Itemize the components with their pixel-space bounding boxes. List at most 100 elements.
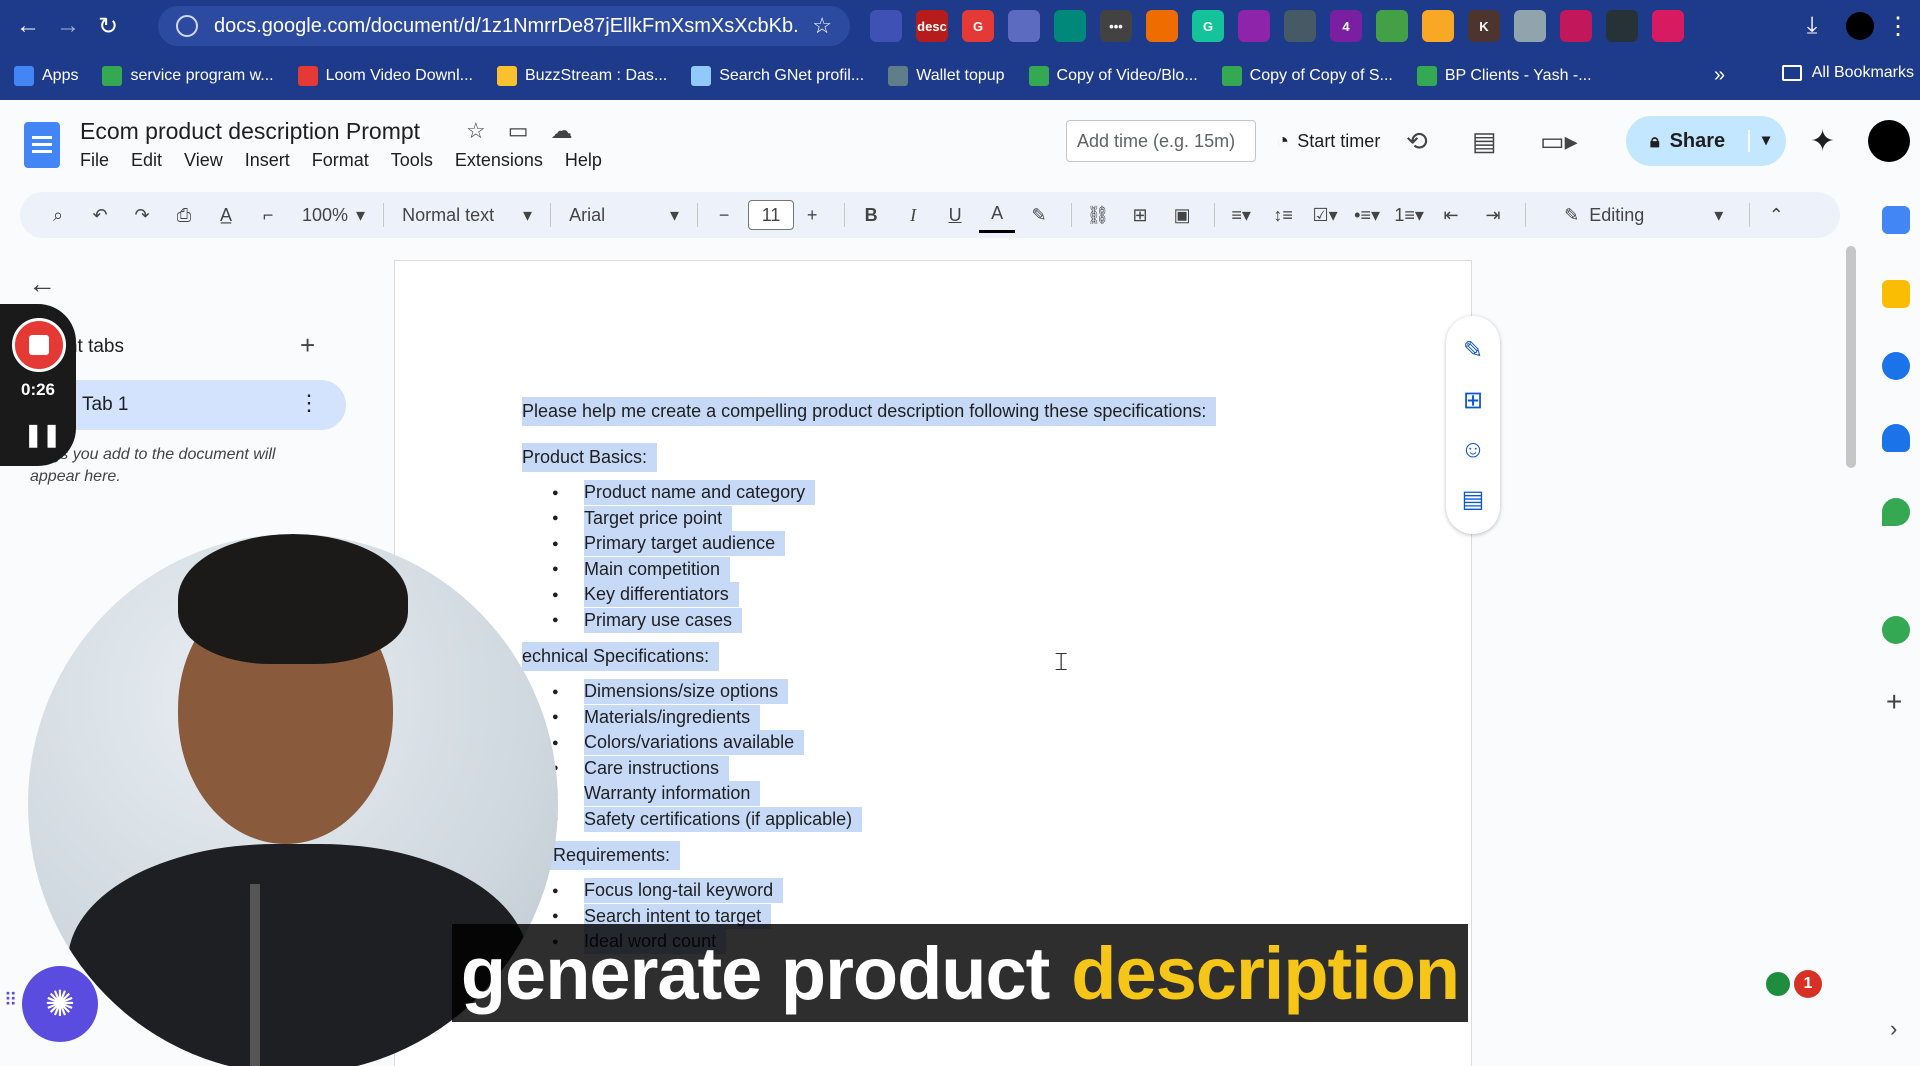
font-size-input[interactable]: 11 [748,200,795,230]
version-history-icon[interactable]: ⟲ [1406,126,1428,157]
leaf-ext-icon[interactable] [1376,10,1408,42]
grammarly-ext-icon[interactable]: G [1192,10,1224,42]
emoji-reaction-icon[interactable]: ☺ [1461,436,1486,464]
assistant-sparkle-icon[interactable]: ✺ [22,966,98,1042]
addon-icon[interactable] [1882,616,1910,644]
scrollbar[interactable] [1846,246,1856,468]
insert-image-icon[interactable]: ▣ [1164,197,1200,233]
ring-ext-icon[interactable] [1238,10,1270,42]
zoom-select[interactable]: 100% ▾ [292,205,375,226]
redo-icon[interactable]: ↷ [124,197,160,233]
increase-indent-icon[interactable]: ⇥ [1475,197,1511,233]
bookmark-item[interactable]: service program w... [102,66,274,86]
desc-ext-icon[interactable]: desc [916,10,948,42]
menu-view[interactable]: View [184,150,223,171]
numbered-list-icon[interactable]: 1≡▾ [1391,197,1427,233]
editing-mode-select[interactable]: ✎ Editing ▾ [1546,205,1741,226]
increase-font-size-icon[interactable]: + [794,197,830,233]
diamond-ext-icon[interactable] [1606,10,1638,42]
close-outline-icon[interactable]: ← [28,268,56,300]
bookmarks-overflow-icon[interactable]: » [1714,64,1725,87]
menu-tools[interactable]: Tools [391,150,433,171]
dots-ext-icon[interactable]: ••• [1100,10,1132,42]
print-icon[interactable]: ⎙ [166,197,202,233]
image-ext-icon[interactable] [1008,10,1040,42]
address-bar[interactable]: docs.google.com/document/d/1z1NmrrDe87jE… [158,6,850,46]
search-menus-icon[interactable]: ⌕ [40,197,76,233]
profile-avatar[interactable] [1846,12,1874,40]
share-dropdown-icon[interactable]: ▾ [1747,130,1770,152]
decrease-font-size-icon[interactable]: − [706,197,742,233]
shield-ext-icon[interactable] [1514,10,1546,42]
reload-icon[interactable]: ↻ [88,6,128,46]
expand-panel-icon[interactable]: › [1890,1016,1897,1042]
stop-recording-icon[interactable] [12,318,66,372]
bulleted-list-icon[interactable]: •≡▾ [1349,197,1385,233]
kebab-menu-icon[interactable]: ⋮ [1878,6,1918,46]
bookmark-item[interactable]: BP Clients - Yash -... [1416,66,1592,86]
bookmark-item[interactable]: Wallet topup [888,66,1005,86]
undo-icon[interactable]: ↶ [82,197,118,233]
forward-arrow-icon[interactable]: → [48,6,88,46]
notifications[interactable]: 1 [1766,970,1822,998]
bookmark-item[interactable]: Apps [14,66,78,86]
cloud-status-icon[interactable]: ☁ [551,118,573,144]
font-select[interactable]: Arial ▾ [559,205,689,226]
add-tab-icon[interactable]: + [300,330,315,361]
calendar-icon[interactable] [1882,206,1910,234]
bookmark-item[interactable]: Loom Video Downl... [297,66,473,86]
pink-ext-icon[interactable] [1652,10,1684,42]
bookmark-item[interactable]: Copy of Video/Blo... [1028,66,1198,86]
menu-insert[interactable]: Insert [245,150,290,171]
decrease-indent-icon[interactable]: ⇤ [1433,197,1469,233]
suggest-edits-icon[interactable]: ▤ [1462,485,1485,514]
link-icon[interactable]: ⛓ [1080,197,1116,233]
puzzle-ext-icon[interactable] [870,10,902,42]
drag-handle-icon[interactable]: ⠿ [4,990,17,1011]
help-me-write-icon[interactable]: ✎ [1463,336,1483,365]
bookmark-item[interactable]: Copy of Copy of S... [1221,66,1393,86]
time-input[interactable]: Add time (e.g. 15m) [1066,120,1256,162]
collapse-toolbar-icon[interactable]: ⌃ [1758,197,1794,233]
underline-icon[interactable]: U [937,197,973,233]
maps-icon[interactable] [1882,498,1910,526]
add-comment-icon[interactable]: ⊞ [1463,386,1483,415]
orange-ext-icon[interactable] [1146,10,1178,42]
add-comment-icon[interactable]: ⊞ [1122,197,1158,233]
line-spacing-icon[interactable]: ↕≡ [1265,197,1301,233]
menu-edit[interactable]: Edit [131,150,162,171]
bookmark-star-icon[interactable]: ☆ [812,13,832,39]
bookmark-item[interactable]: BuzzStream : Das... [496,66,667,86]
italic-icon[interactable]: I [895,197,931,233]
checklist-icon[interactable]: ☑▾ [1307,197,1343,233]
spellcheck-icon[interactable]: A̲ [208,197,244,233]
keep-icon[interactable] [1882,280,1910,308]
meet-icon[interactable]: ▭▸ [1540,126,1578,157]
share-button[interactable]: 🔒︎ Share ▾ [1626,116,1786,166]
back-arrow-icon[interactable]: ← [8,6,48,46]
text-color-icon[interactable]: A [979,197,1016,233]
menu-file[interactable]: File [80,150,109,171]
move-folder-icon[interactable]: ▭ [508,118,529,144]
start-timer-button[interactable]: ◔ Start timer [1276,128,1380,154]
menu-format[interactable]: Format [312,150,369,171]
account-avatar[interactable] [1868,120,1910,162]
contacts-icon[interactable] [1882,424,1910,452]
target-ext-icon[interactable] [1560,10,1592,42]
all-bookmarks[interactable]: All Bookmarks [1781,64,1914,82]
download-icon[interactable]: ⤓ [1792,6,1832,46]
comments-icon[interactable]: ▤ [1472,126,1497,157]
align-icon[interactable]: ≡▾ [1223,197,1259,233]
highlight-icon[interactable]: ✎ [1021,197,1057,233]
site-info-icon[interactable] [176,15,198,37]
gemini-sparkle-icon[interactable]: ✦ [1810,124,1835,159]
bold-icon[interactable]: B [853,197,889,233]
menu-help[interactable]: Help [565,150,602,171]
gold-ext-icon[interactable] [1422,10,1454,42]
k-ext-icon[interactable]: K [1468,10,1500,42]
video-ext-icon[interactable] [1284,10,1316,42]
document-title[interactable]: Ecom product description Prompt [80,118,420,145]
circle-ext-icon[interactable] [1054,10,1086,42]
style-select[interactable]: Normal text ▾ [392,205,542,226]
document-body[interactable]: Please help me create a compelling produ… [522,388,1282,955]
